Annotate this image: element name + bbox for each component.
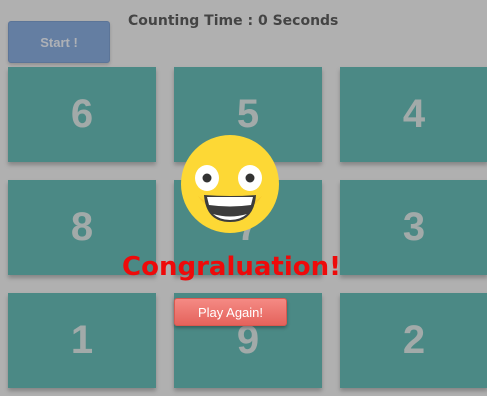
play-again-button[interactable]: Play Again!	[174, 298, 287, 326]
congratulation-text: Congraluation!	[122, 252, 341, 282]
grinning-face-icon	[181, 135, 279, 233]
